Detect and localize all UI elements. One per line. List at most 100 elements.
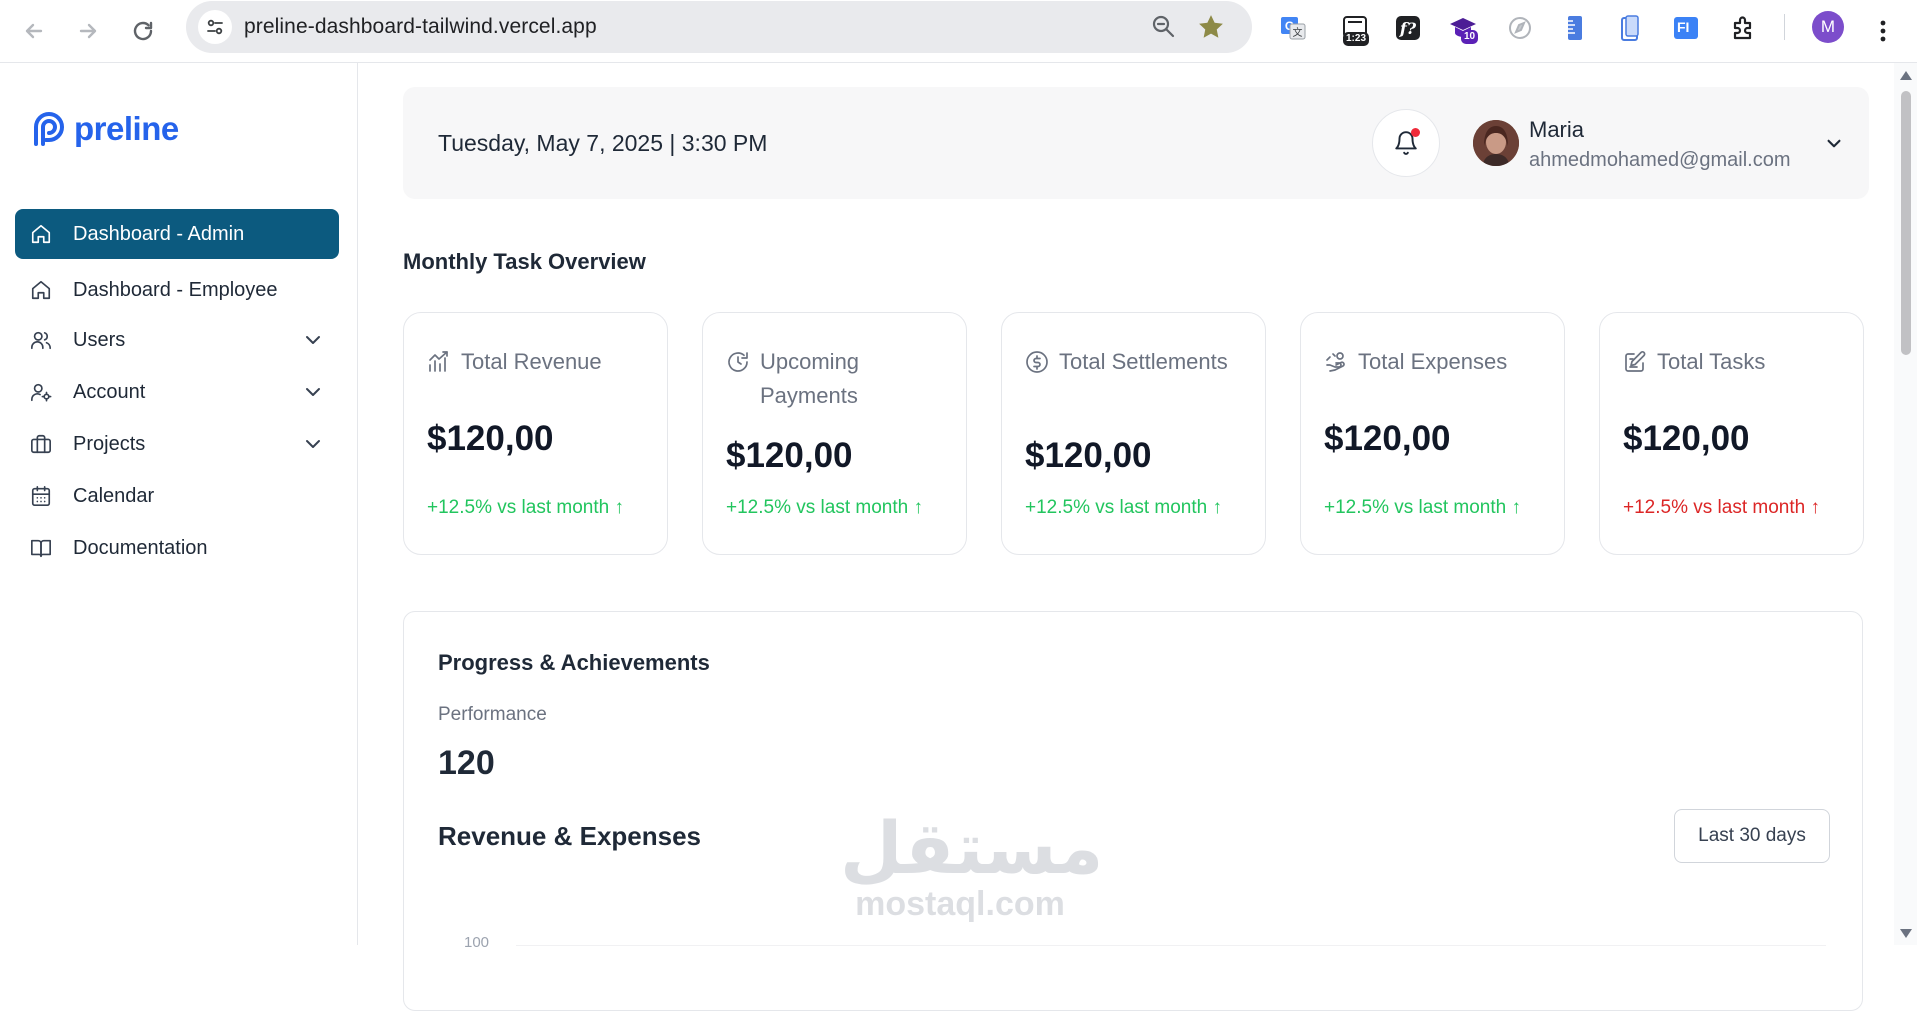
profile-avatar-button[interactable]: M bbox=[1812, 11, 1844, 43]
stat-value: $120,00 bbox=[726, 436, 853, 475]
hand-coins-icon bbox=[1324, 350, 1348, 374]
browser-menu-button[interactable] bbox=[1862, 10, 1904, 52]
address-bar[interactable]: preline-dashboard-tailwind.vercel.app bbox=[186, 1, 1252, 53]
arrow-left-icon bbox=[25, 23, 43, 39]
briefcase-icon bbox=[29, 432, 53, 456]
preline-logo-icon bbox=[34, 112, 64, 146]
watermark: مستقل mostaql.com bbox=[840, 806, 1104, 923]
forward-button[interactable] bbox=[67, 10, 109, 52]
scroll-up-arrow-icon[interactable] bbox=[1900, 71, 1912, 80]
ruler-extension-icon[interactable] bbox=[1557, 10, 1593, 46]
main-content: Tuesday, May 7, 2025 | 3:30 PM Maria ahm… bbox=[359, 63, 1894, 1011]
fi-label: FI bbox=[1677, 19, 1690, 35]
reload-button[interactable] bbox=[122, 10, 164, 52]
google-translate-icon[interactable]: G 文 bbox=[1275, 10, 1311, 46]
sidebar-nav: Dashboard - Admin Dashboard - Employee U… bbox=[15, 209, 339, 579]
timer-extension-icon[interactable]: 1:23 bbox=[1337, 10, 1373, 46]
sidebar-item-dashboard-admin[interactable]: Dashboard - Admin bbox=[15, 209, 339, 259]
stat-change: +12.5% vs last month ↑ bbox=[1623, 497, 1820, 518]
user-photo bbox=[1473, 120, 1519, 166]
site-info-button[interactable] bbox=[198, 10, 232, 44]
dollar-circle-icon bbox=[1025, 350, 1049, 374]
compass-extension-icon[interactable] bbox=[1502, 10, 1538, 46]
date-range-button[interactable]: Last 30 days bbox=[1674, 809, 1830, 863]
section-title: Monthly Task Overview bbox=[403, 249, 646, 274]
stat-card-total-settlements: Total Settlements $120,00 +12.5% vs last… bbox=[1001, 312, 1266, 555]
stat-value: $120,00 bbox=[1324, 419, 1451, 458]
stat-title: Upcoming Payments bbox=[760, 349, 860, 408]
page-scrollbar[interactable] bbox=[1894, 63, 1917, 945]
stat-value: $120,00 bbox=[1025, 436, 1152, 475]
stat-card-upcoming-payments: Upcoming Payments $120,00 +12.5% vs last… bbox=[702, 312, 967, 555]
current-datetime: Tuesday, May 7, 2025 | 3:30 PM bbox=[438, 130, 768, 156]
chevron-down-icon[interactable] bbox=[1821, 130, 1847, 156]
logo-text: preline bbox=[74, 110, 179, 147]
stat-title: Total Tasks bbox=[1657, 349, 1766, 374]
formula-extension-icon[interactable]: f? bbox=[1390, 10, 1426, 46]
sidebar-item-label: Dashboard - Employee bbox=[73, 278, 278, 301]
sidebar-item-calendar[interactable]: Calendar bbox=[15, 471, 339, 521]
stat-value: $120,00 bbox=[427, 419, 554, 458]
stat-change: +12.5% vs last month ↑ bbox=[1025, 497, 1222, 518]
bookmark-star-icon[interactable] bbox=[1196, 12, 1226, 42]
clock-refresh-icon bbox=[726, 350, 750, 374]
home-icon bbox=[29, 278, 53, 302]
url-text[interactable]: preline-dashboard-tailwind.vercel.app bbox=[244, 1, 597, 53]
browser-toolbar: preline-dashboard-tailwind.vercel.app G … bbox=[0, 0, 1917, 63]
chevron-down-icon bbox=[301, 380, 325, 404]
phone-extension-icon[interactable] bbox=[1612, 10, 1648, 46]
tune-icon bbox=[207, 19, 223, 35]
zoom-icon[interactable] bbox=[1150, 13, 1178, 41]
svg-text:文: 文 bbox=[1293, 26, 1303, 39]
revenue-expenses-title: Revenue & Expenses bbox=[438, 821, 702, 851]
notifications-button[interactable] bbox=[1372, 109, 1440, 177]
brand-logo[interactable]: preline bbox=[30, 110, 179, 148]
toolbar-divider bbox=[1784, 14, 1785, 40]
sidebar-item-label: Users bbox=[73, 328, 126, 351]
svg-text:f?: f? bbox=[1399, 19, 1417, 38]
sidebar-item-projects[interactable]: Projects bbox=[15, 419, 339, 469]
sidebar: preline Dashboard - Admin Dashboard - Em… bbox=[0, 63, 358, 945]
reload-icon bbox=[133, 21, 153, 41]
stat-card-total-revenue: Total Revenue $120,00 +12.5% vs last mon… bbox=[403, 312, 668, 555]
scrollbar-thumb[interactable] bbox=[1901, 91, 1911, 355]
stat-card-total-expenses: Total Expenses $120,00 +12.5% vs last mo… bbox=[1300, 312, 1565, 555]
edit-square-icon bbox=[1623, 350, 1647, 374]
y-axis-tick: 100 bbox=[464, 934, 490, 951]
graduation-cap-extension-icon[interactable]: 10 bbox=[1445, 10, 1481, 46]
sidebar-item-label: Projects bbox=[73, 432, 146, 455]
sidebar-item-label: Dashboard - Admin bbox=[73, 222, 245, 245]
top-header: Tuesday, May 7, 2025 | 3:30 PM Maria ahm… bbox=[403, 87, 1869, 199]
back-button[interactable] bbox=[13, 10, 55, 52]
profile-initial: M bbox=[1820, 17, 1836, 36]
watermark-arabic: مستقل bbox=[840, 806, 1104, 890]
stat-title: Total Settlements bbox=[1059, 349, 1228, 374]
performance-label: Performance bbox=[438, 704, 547, 725]
book-icon bbox=[29, 536, 53, 560]
chart-up-icon bbox=[427, 350, 451, 374]
stat-title: Total Expenses bbox=[1358, 349, 1508, 374]
avatar[interactable] bbox=[1473, 120, 1519, 166]
sidebar-item-dashboard-employee[interactable]: Dashboard - Employee bbox=[15, 265, 339, 315]
user-cog-icon bbox=[29, 380, 53, 404]
user-email: ahmedmohamed@gmail.com bbox=[1529, 149, 1791, 171]
scroll-down-arrow-icon[interactable] bbox=[1900, 929, 1912, 938]
stat-title: Total Revenue bbox=[461, 349, 602, 374]
stat-change: +12.5% vs last month ↑ bbox=[726, 497, 923, 518]
home-icon bbox=[29, 222, 53, 246]
sidebar-item-documentation[interactable]: Documentation bbox=[15, 523, 339, 573]
notification-dot bbox=[1411, 128, 1420, 137]
stat-change: +12.5% vs last month ↑ bbox=[1324, 497, 1521, 518]
calendar-icon bbox=[29, 484, 53, 508]
sidebar-item-account[interactable]: Account bbox=[15, 367, 339, 417]
sidebar-item-users[interactable]: Users bbox=[15, 315, 339, 365]
sidebar-item-label: Account bbox=[73, 380, 146, 403]
puzzle-extensions-icon[interactable] bbox=[1726, 10, 1762, 46]
sidebar-item-label: Calendar bbox=[73, 484, 155, 507]
stat-card-total-tasks: Total Tasks $120,00 +12.5% vs last month… bbox=[1599, 312, 1864, 555]
watermark-latin: mostaql.com bbox=[855, 885, 1065, 923]
fi-extension-icon[interactable]: FI bbox=[1668, 10, 1704, 46]
user-name: Maria bbox=[1529, 117, 1585, 142]
users-icon bbox=[29, 328, 53, 352]
performance-value: 120 bbox=[438, 744, 495, 782]
